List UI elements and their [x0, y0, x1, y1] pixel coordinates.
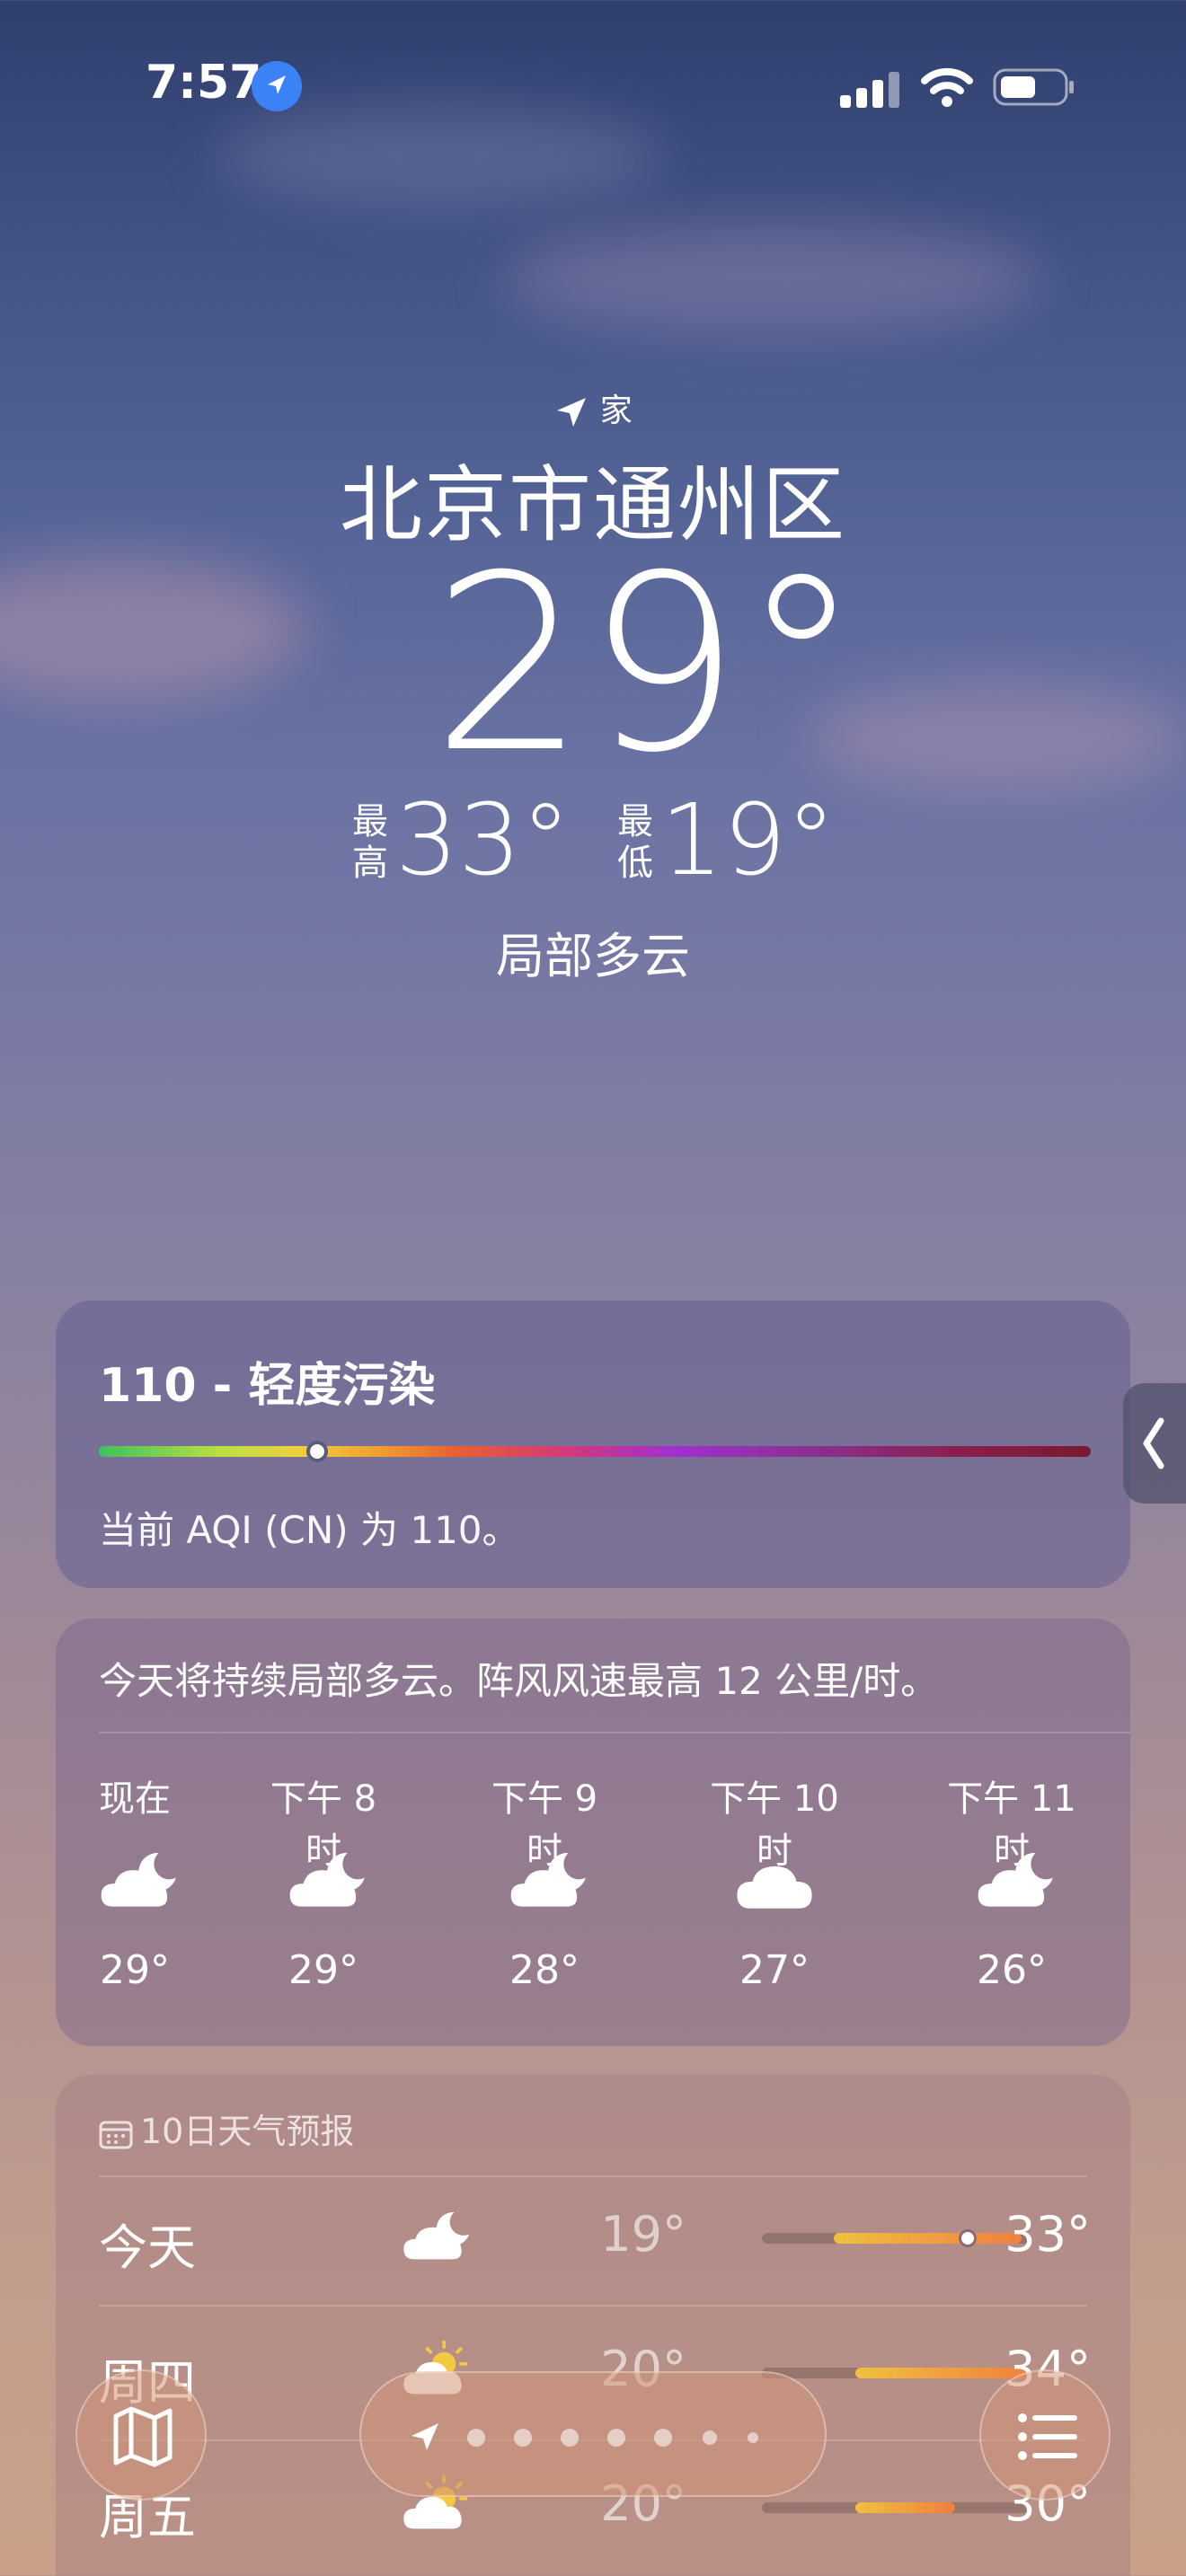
temp-range-bar [762, 2502, 1030, 2513]
page-indicator[interactable] [359, 2371, 827, 2497]
current-location-icon [412, 2423, 438, 2450]
divider [99, 1732, 1130, 1734]
high-low: 最高33° 最低19° [0, 790, 1186, 889]
aqi-scale-bar [99, 1441, 1091, 1462]
divider [99, 2175, 1087, 2177]
hour-item: 下午 10 时 27° [703, 1769, 846, 1993]
forecast-day-row[interactable]: 今天 19° 33° [99, 2188, 1091, 2287]
hour-item: 下午 8 时 29° [252, 1769, 395, 1993]
side-panel-handle[interactable] [1123, 1383, 1186, 1504]
clock: 7:57 [146, 56, 262, 110]
cellular-signal-icon [840, 72, 899, 108]
hour-label: 下午 11 时 [947, 1778, 1076, 1872]
day-label: 今天 [99, 2219, 196, 2276]
page-dot[interactable] [607, 2429, 625, 2447]
temp-range-fill [834, 2233, 1022, 2244]
partly-cloudy-night-icon [395, 2201, 471, 2280]
location-arrow-icon [557, 398, 587, 427]
page-dot[interactable] [467, 2429, 485, 2447]
page-dot[interactable] [514, 2429, 532, 2447]
location-label-text: 家 [599, 393, 633, 429]
current-temperature: 29° [431, 523, 863, 806]
cloud-icon [703, 1839, 846, 1929]
ten-day-forecast-card[interactable]: 10日天气预报 今天19°33°周四20°34°周五20°30° [56, 2075, 1130, 2576]
hour-label: 下午 8 时 [270, 1778, 377, 1872]
map-button[interactable] [75, 2369, 207, 2501]
chevron-left-icon [1143, 1417, 1164, 1469]
divider [99, 2305, 1087, 2307]
temp-range-fill [855, 2502, 955, 2513]
hourly-summary: 今天将持续局部多云。阵风风速最高 12 公里/时。 [99, 1659, 939, 1703]
hour-temp: 29° [288, 1947, 358, 1993]
page-dot[interactable] [703, 2430, 717, 2445]
page-dot[interactable] [654, 2429, 672, 2447]
hour-temp: 29° [100, 1947, 170, 1993]
hour-label: 下午 10 时 [710, 1778, 839, 1872]
partly-cloudy-night-icon [473, 1839, 616, 1929]
location-services-icon [252, 61, 302, 111]
forecast-header: 10日天气预报 [99, 2104, 354, 2153]
page-dot[interactable] [748, 2432, 758, 2443]
day-high: 33° [1005, 2206, 1091, 2263]
temp-range-bar [762, 2229, 1030, 2247]
aqi-card[interactable]: 110 - 轻度污染 当前 AQI (CN) 为 110。 [56, 1301, 1130, 1588]
forecast-header-label: 10日天气预报 [140, 2112, 355, 2151]
list-icon [1018, 2413, 1077, 2460]
aqi-description: 当前 AQI (CN) 为 110。 [99, 1508, 520, 1552]
current-temp-marker [959, 2229, 978, 2247]
low-label: 最低 [617, 801, 653, 884]
partly-cloudy-night-icon [940, 1839, 1084, 1929]
calendar-icon [99, 2121, 133, 2148]
hour-label: 现在 [99, 1778, 171, 1820]
hour-item: 现在 29° [63, 1769, 207, 1993]
hourly-forecast-card[interactable]: 今天将持续局部多云。阵风风速最高 12 公里/时。 现在 29° 下午 8 时 29°… [56, 1619, 1130, 2046]
hour-label: 下午 9 时 [491, 1778, 598, 1872]
page-dot[interactable] [561, 2429, 579, 2447]
high-label: 最高 [352, 801, 389, 884]
high-temp: 33° [395, 782, 571, 897]
partly-cloudy-night-icon [252, 1839, 395, 1929]
wifi-icon [921, 67, 973, 107]
location-label: 家 [0, 384, 1186, 431]
aqi-title: 110 - 轻度污染 [99, 1359, 436, 1413]
hour-item: 下午 9 时 28° [473, 1769, 616, 1993]
day-low: 19° [600, 2206, 686, 2263]
map-icon [113, 2406, 173, 2467]
hour-item: 下午 11 时 26° [940, 1769, 1084, 1993]
location-list-button[interactable] [979, 2369, 1111, 2501]
low-temp: 19° [660, 782, 836, 897]
battery-icon [993, 68, 1074, 106]
hour-temp: 27° [739, 1947, 810, 1993]
condition: 局部多云 [496, 928, 690, 984]
status-bar: 7:57 [0, 0, 1186, 162]
hour-temp: 28° [509, 1947, 580, 1993]
hour-temp: 26° [977, 1947, 1047, 1993]
aqi-indicator [305, 1441, 328, 1462]
partly-cloudy-night-icon [63, 1839, 207, 1929]
